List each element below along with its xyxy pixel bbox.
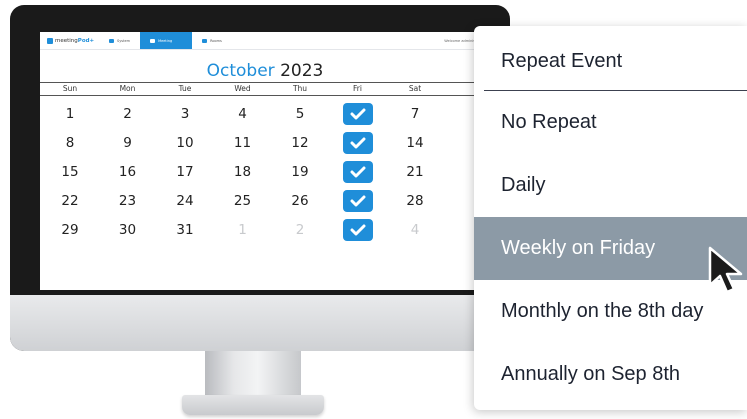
calendar-day[interactable]: 1 bbox=[214, 216, 272, 244]
weekday-label: Sat bbox=[408, 84, 422, 93]
calendar-day[interactable]: 31 bbox=[156, 216, 214, 244]
weekday-label: Wed bbox=[234, 84, 251, 93]
calendar-day[interactable]: 9 bbox=[99, 129, 157, 157]
dropdown-title: Repeat Event bbox=[501, 50, 623, 72]
grid-icon bbox=[109, 38, 114, 43]
weekday-label: Sun bbox=[62, 84, 78, 93]
check-icon bbox=[342, 161, 373, 183]
calendar-day[interactable]: 18 bbox=[214, 158, 272, 186]
weekday-label: Fri bbox=[353, 84, 362, 93]
app-brand: meetingPod+ bbox=[55, 37, 95, 44]
monitor-stand-base bbox=[182, 395, 324, 415]
calendar-day-checked[interactable] bbox=[329, 100, 387, 128]
calendar-day[interactable]: 1 bbox=[41, 100, 99, 128]
check-icon bbox=[342, 103, 373, 125]
calendar-day[interactable]: 2 bbox=[99, 100, 157, 128]
check-icon bbox=[342, 190, 373, 212]
app-screen: meetingPod+ System Meeting Rooms Welcome… bbox=[40, 32, 490, 290]
check-icon bbox=[342, 219, 373, 241]
repeat-option[interactable]: No Repeat bbox=[474, 91, 747, 154]
nav-item-meeting[interactable]: Meeting bbox=[140, 32, 193, 49]
calendar-day[interactable]: 10 bbox=[156, 129, 214, 157]
nav-label: System bbox=[117, 38, 131, 43]
check-icon bbox=[342, 132, 373, 154]
calendar-day[interactable]: 2 bbox=[271, 216, 329, 244]
monitor-stand bbox=[205, 351, 301, 395]
nav-item-system[interactable]: System bbox=[99, 32, 140, 49]
calendar-title: October 2023 bbox=[40, 61, 490, 81]
calendar-day-checked[interactable] bbox=[329, 129, 387, 157]
monitor: meetingPod+ System Meeting Rooms Welcome… bbox=[10, 5, 510, 351]
calendar-day[interactable]: 5 bbox=[271, 100, 329, 128]
room-icon bbox=[202, 38, 208, 43]
weekday-label: Thu bbox=[292, 84, 308, 93]
calendar-day[interactable]: 21 bbox=[386, 158, 444, 186]
calendar-day-checked[interactable] bbox=[329, 187, 387, 215]
calendar-year: 2023 bbox=[280, 61, 324, 81]
calendar-day[interactable]: 24 bbox=[156, 187, 214, 215]
calendar-day[interactable]: 11 bbox=[214, 129, 272, 157]
calendar-day[interactable]: 29 bbox=[41, 216, 99, 244]
calendar-day[interactable]: 30 bbox=[99, 216, 157, 244]
calendar-day[interactable]: 8 bbox=[41, 129, 99, 157]
calendar-day[interactable]: 16 bbox=[99, 158, 157, 186]
calendar-day[interactable]: 19 bbox=[271, 158, 329, 186]
nav-item-rooms[interactable]: Rooms bbox=[192, 32, 232, 49]
calendar-day[interactable]: 14 bbox=[386, 129, 444, 157]
calendar-day-checked[interactable] bbox=[329, 216, 387, 244]
calendar-day-checked[interactable] bbox=[329, 158, 387, 186]
mouse-cursor-icon bbox=[708, 246, 743, 294]
calendar-day[interactable]: 4 bbox=[214, 100, 272, 128]
calendar-day[interactable]: 12 bbox=[271, 129, 329, 157]
app-logo[interactable]: meetingPod+ bbox=[47, 37, 99, 44]
calendar-day[interactable]: 7 bbox=[386, 100, 444, 128]
monitor-chin bbox=[10, 295, 510, 351]
repeat-option[interactable]: Annually on Sep 8th bbox=[474, 343, 747, 406]
weekday-label: Tue bbox=[178, 84, 192, 93]
calendar-day[interactable]: 15 bbox=[41, 158, 99, 186]
nav-label: Rooms bbox=[210, 38, 222, 43]
calendar-month: October bbox=[206, 61, 275, 81]
calendar-day[interactable]: 25 bbox=[214, 187, 272, 215]
calendar-day[interactable]: 3 bbox=[156, 100, 214, 128]
calendar-day[interactable]: 22 bbox=[41, 187, 99, 215]
meetingpod-logo-icon bbox=[47, 37, 53, 44]
calendar-day[interactable]: 28 bbox=[386, 187, 444, 215]
meeting-icon bbox=[150, 38, 156, 43]
calendar-day[interactable]: 26 bbox=[271, 187, 329, 215]
calendar-day[interactable]: 17 bbox=[156, 158, 214, 186]
repeat-event-dropdown: Repeat Event No Repeat Daily Weekly on Fri… bbox=[474, 26, 747, 410]
repeat-option[interactable]: Daily bbox=[474, 154, 747, 217]
app-nav-bar: meetingPod+ System Meeting Rooms Welcome… bbox=[40, 32, 490, 50]
weekday-header: Sun Mon Tue Wed Thu Fri Sat bbox=[40, 82, 490, 96]
weekday-label: Mon bbox=[119, 84, 136, 93]
calendar-day[interactable]: 23 bbox=[99, 187, 157, 215]
calendar-day[interactable]: 4 bbox=[386, 216, 444, 244]
nav-label: Meeting bbox=[158, 38, 173, 43]
